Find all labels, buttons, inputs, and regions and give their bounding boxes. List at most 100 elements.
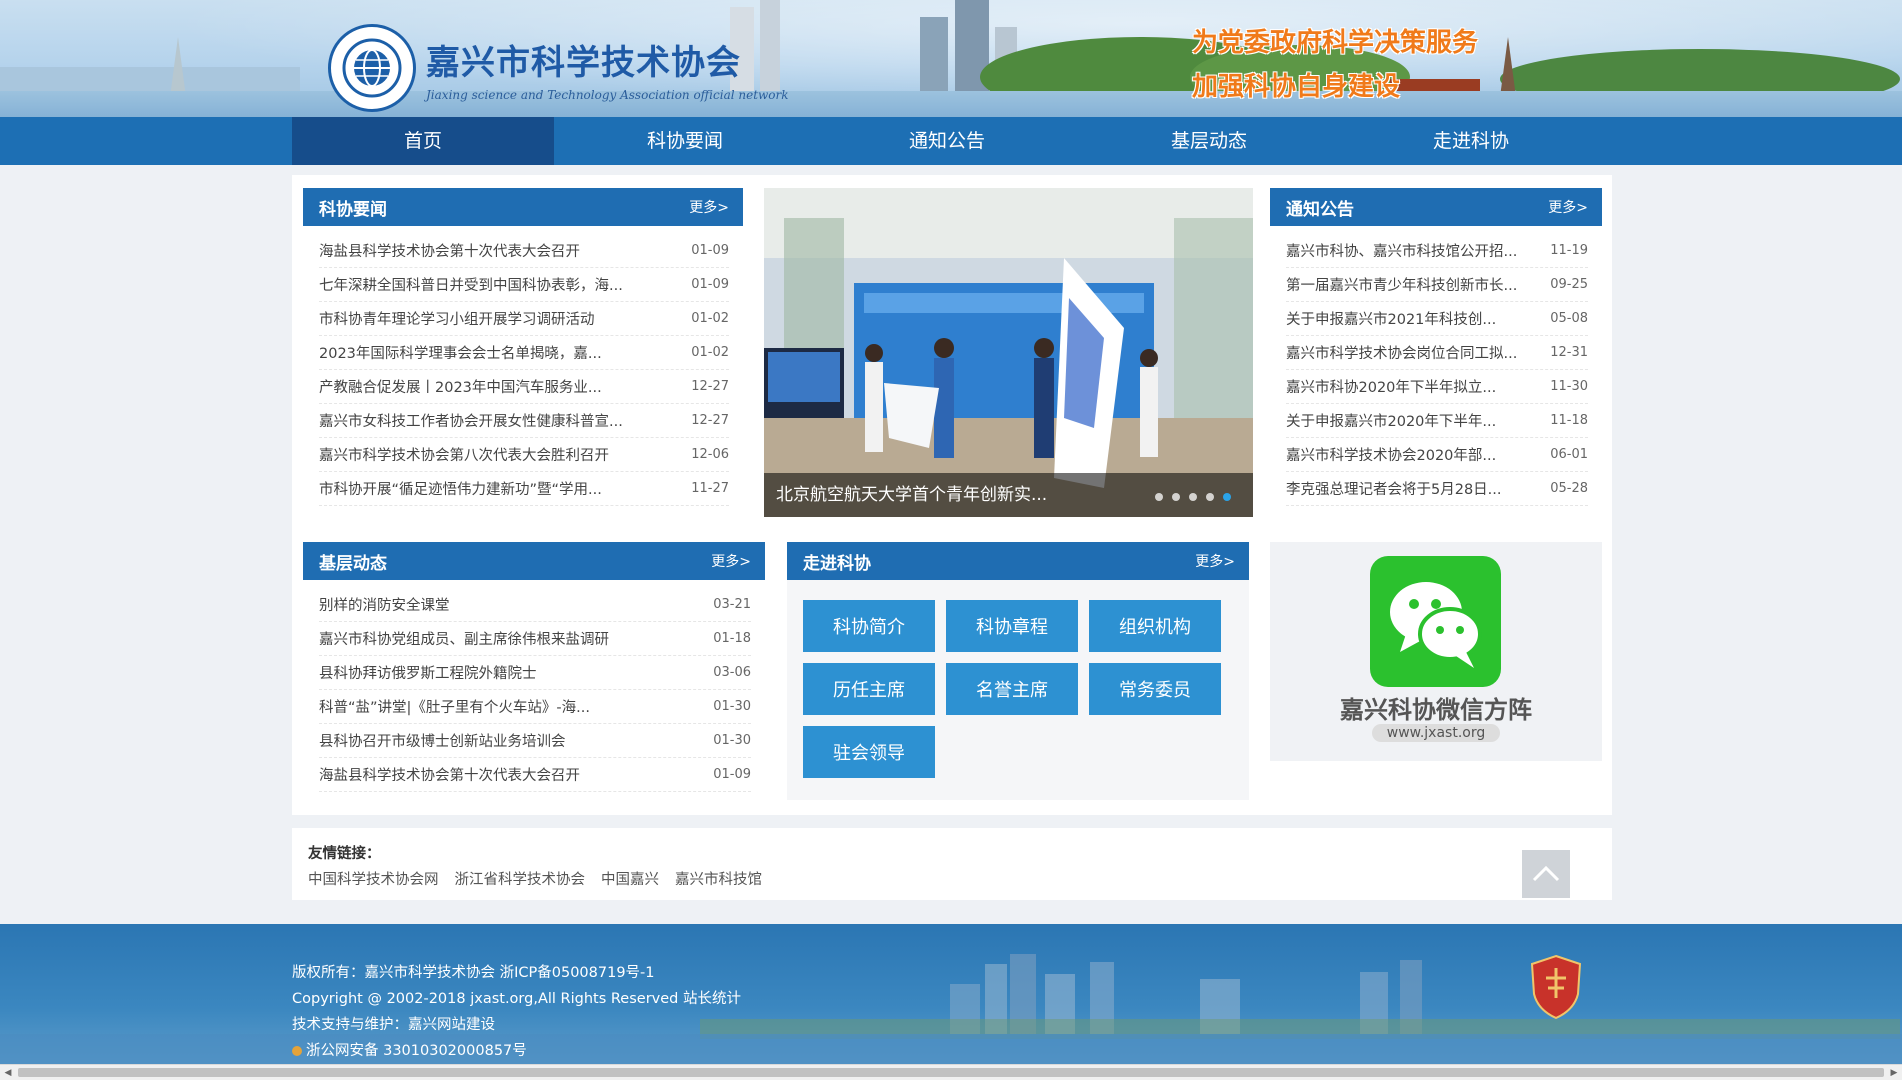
link-china-jiaxing[interactable]: 中国嘉兴: [601, 868, 659, 889]
panel-kxyw-more-link[interactable]: 更多>: [689, 197, 729, 217]
list-item[interactable]: 别样的消防安全课堂 03-21: [319, 588, 751, 622]
news-title[interactable]: 嘉兴市科协、嘉兴市科技馆公开招...: [1286, 240, 1517, 261]
news-title[interactable]: 关于申报嘉兴市2021年科技创...: [1286, 308, 1496, 329]
tile-past-chairs[interactable]: 历任主席: [803, 663, 935, 715]
news-title[interactable]: 科普“盐”讲堂|《肚子里有个火车站》-海...: [319, 696, 590, 717]
site-logo[interactable]: 嘉兴市科学技术协会 Jiaxing science and Technology…: [328, 24, 789, 112]
panel-jcdt-title: 基层动态: [319, 553, 387, 574]
news-title[interactable]: 嘉兴市科协党组成员、副主席徐伟根来盐调研: [319, 628, 609, 649]
list-item[interactable]: 嘉兴市女科技工作者协会开展女性健康科普宣... 12-27: [319, 404, 729, 438]
tile-charter[interactable]: 科协章程: [946, 600, 1078, 652]
news-date: 05-28: [1550, 481, 1588, 496]
horizontal-scrollbar[interactable]: ◀ ▶: [0, 1064, 1902, 1080]
news-date: 03-06: [713, 665, 751, 680]
nav-news[interactable]: 科协要闻: [554, 117, 816, 165]
news-date: 06-01: [1550, 447, 1588, 462]
list-item[interactable]: 县科协拜访俄罗斯工程院外籍院士 03-06: [319, 656, 751, 690]
friendly-links-title: 友情链接：: [308, 846, 381, 862]
list-item[interactable]: 海盐县科学技术协会第十次代表大会召开 01-09: [319, 758, 751, 792]
list-item[interactable]: 海盐县科学技术协会第十次代表大会召开 01-09: [319, 234, 729, 268]
party-government-badge-icon[interactable]: [1528, 954, 1584, 1020]
carousel-dot-4[interactable]: [1206, 493, 1214, 501]
list-item[interactable]: 嘉兴市科协、嘉兴市科技馆公开招... 11-19: [1286, 234, 1588, 268]
news-title[interactable]: 关于申报嘉兴市2020年下半年...: [1286, 410, 1496, 431]
news-title[interactable]: 海盐县科学技术协会第十次代表大会召开: [319, 240, 580, 261]
news-title[interactable]: 县科协召开市级博士创新站业务培训会: [319, 730, 566, 751]
footer-police-record-text[interactable]: 浙公网安备 33010302000857号: [306, 1043, 527, 1059]
footer-cityscape: [0, 954, 1902, 1064]
news-title[interactable]: 嘉兴市科学技术协会岗位合同工拟...: [1286, 342, 1517, 363]
news-title[interactable]: 别样的消防安全课堂: [319, 594, 450, 615]
back-to-top-button[interactable]: [1522, 850, 1570, 898]
news-title[interactable]: 嘉兴市女科技工作者协会开展女性健康科普宣...: [319, 410, 623, 431]
news-date: 01-30: [713, 733, 751, 748]
panel-jcdt-header: 基层动态 更多>: [303, 542, 765, 580]
list-item[interactable]: 关于申报嘉兴市2021年科技创... 05-08: [1286, 302, 1588, 336]
nav-home[interactable]: 首页: [292, 117, 554, 165]
list-item[interactable]: 科普“盐”讲堂|《肚子里有个火车站》-海... 01-30: [319, 690, 751, 724]
wechat-matrix-banner[interactable]: 嘉兴科协微信方阵 www.jxast.org: [1270, 542, 1602, 761]
tile-honorary-chair[interactable]: 名誉主席: [946, 663, 1078, 715]
list-item[interactable]: 第一届嘉兴市青少年科技创新市长... 09-25: [1286, 268, 1588, 302]
list-item[interactable]: 关于申报嘉兴市2020年下半年... 11-18: [1286, 404, 1588, 438]
footer-copyright-en: Copyright @ 2002-2018 jxast.org,All Righ…: [292, 991, 741, 1007]
carousel-dot-2[interactable]: [1172, 493, 1180, 501]
news-title[interactable]: 产教融合促发展丨2023年中国汽车服务业...: [319, 376, 602, 397]
panel-tzgg-more-link[interactable]: 更多>: [1548, 197, 1588, 217]
news-title[interactable]: 嘉兴市科学技术协会2020年部...: [1286, 444, 1496, 465]
list-item[interactable]: 市科协青年理论学习小组开展学习调研活动 01-02: [319, 302, 729, 336]
news-title[interactable]: 市科协青年理论学习小组开展学习调研活动: [319, 308, 595, 329]
news-carousel[interactable]: 北京航空航天大学首个青年创新实...: [764, 188, 1253, 517]
list-item[interactable]: 嘉兴市科学技术协会2020年部... 06-01: [1286, 438, 1588, 472]
tile-resident-leaders[interactable]: 驻会领导: [803, 726, 935, 778]
panel-jcdt-more-link[interactable]: 更多>: [711, 551, 751, 571]
list-item[interactable]: 2023年国际科学理事会会士名单揭晓，嘉... 01-02: [319, 336, 729, 370]
panel-zjkx-more-link[interactable]: 更多>: [1195, 551, 1235, 571]
list-item[interactable]: 嘉兴市科学技术协会岗位合同工拟... 12-31: [1286, 336, 1588, 370]
list-item[interactable]: 嘉兴市科学技术协会第八次代表大会胜利召开 12-06: [319, 438, 729, 472]
news-title[interactable]: 嘉兴市科协2020年下半年拟立...: [1286, 376, 1496, 397]
news-title[interactable]: 嘉兴市科学技术协会第八次代表大会胜利召开: [319, 444, 609, 465]
list-item[interactable]: 嘉兴市科协党组成员、副主席徐伟根来盐调研 01-18: [319, 622, 751, 656]
tzgg-news-list: 嘉兴市科协、嘉兴市科技馆公开招... 11-19 第一届嘉兴市青少年科技创新市长.…: [1270, 226, 1602, 506]
list-item[interactable]: 市科协开展“循足迹悟伟力建新功”暨“学用... 11-27: [319, 472, 729, 506]
list-item[interactable]: 产教融合促发展丨2023年中国汽车服务业... 12-27: [319, 370, 729, 404]
tile-organization[interactable]: 组织机构: [1089, 600, 1221, 652]
news-title[interactable]: 海盐县科学技术协会第十次代表大会召开: [319, 764, 580, 785]
nav-grassroots[interactable]: 基层动态: [1078, 117, 1340, 165]
link-cast[interactable]: 中国科学技术协会网: [308, 868, 439, 889]
kxyw-news-list: 海盐县科学技术协会第十次代表大会召开 01-09 七年深耕全国科普日并受到中国科协…: [303, 226, 743, 506]
news-title[interactable]: 县科协拜访俄罗斯工程院外籍院士: [319, 662, 537, 683]
list-item[interactable]: 嘉兴市科协2020年下半年拟立... 11-30: [1286, 370, 1588, 404]
news-title[interactable]: 第一届嘉兴市青少年科技创新市长...: [1286, 274, 1517, 295]
nav-about[interactable]: 走进科协: [1340, 117, 1602, 165]
list-item[interactable]: 县科协召开市级博士创新站业务培训会 01-30: [319, 724, 751, 758]
news-title[interactable]: 2023年国际科学理事会会士名单揭晓，嘉...: [319, 342, 602, 363]
wechat-url: www.jxast.org: [1372, 724, 1500, 742]
panel-zjkx: 走进科协 更多> 科协简介 科协章程 组织机构 历任主席 名誉主席 常务委员 驻…: [787, 542, 1249, 800]
tile-standing-committee[interactable]: 常务委员: [1089, 663, 1221, 715]
nav-notices[interactable]: 通知公告: [816, 117, 1078, 165]
panel-kxyw-header: 科协要闻 更多>: [303, 188, 743, 226]
news-title[interactable]: 李克强总理记者会将于5月28日...: [1286, 478, 1502, 499]
news-title[interactable]: 市科协开展“循足迹悟伟力建新功”暨“学用...: [319, 478, 602, 499]
link-zast[interactable]: 浙江省科学技术协会: [455, 868, 586, 889]
carousel-dot-5[interactable]: [1223, 493, 1231, 501]
link-science-museum[interactable]: 嘉兴市科技馆: [675, 868, 762, 889]
panel-tzgg: 通知公告 更多> 嘉兴市科协、嘉兴市科技馆公开招... 11-19 第一届嘉兴市青…: [1270, 188, 1602, 518]
carousel-dot-1[interactable]: [1155, 493, 1163, 501]
scroll-left-icon[interactable]: ◀: [2, 1067, 14, 1079]
scrollbar-thumb[interactable]: [18, 1068, 1884, 1077]
tile-intro[interactable]: 科协简介: [803, 600, 935, 652]
logo-title: 嘉兴市科学技术协会: [426, 42, 741, 83]
panel-tzgg-header: 通知公告 更多>: [1270, 188, 1602, 226]
friendly-links-list: 中国科学技术协会网 浙江省科学技术协会 中国嘉兴 嘉兴市科技馆: [308, 868, 762, 889]
carousel-dot-3[interactable]: [1189, 493, 1197, 501]
site-footer: 版权所有：嘉兴市科学技术协会 浙ICP备05008719号-1 Copyrigh…: [0, 924, 1902, 1064]
footer-tech-support: 技术支持与维护：嘉兴网站建设: [292, 1017, 495, 1033]
news-title[interactable]: 七年深耕全国科普日并受到中国科协表彰，海...: [319, 274, 623, 295]
list-item[interactable]: 李克强总理记者会将于5月28日... 05-28: [1286, 472, 1588, 506]
scroll-right-icon[interactable]: ▶: [1888, 1067, 1900, 1079]
list-item[interactable]: 七年深耕全国科普日并受到中国科协表彰，海... 01-09: [319, 268, 729, 302]
news-date: 01-09: [713, 767, 751, 782]
